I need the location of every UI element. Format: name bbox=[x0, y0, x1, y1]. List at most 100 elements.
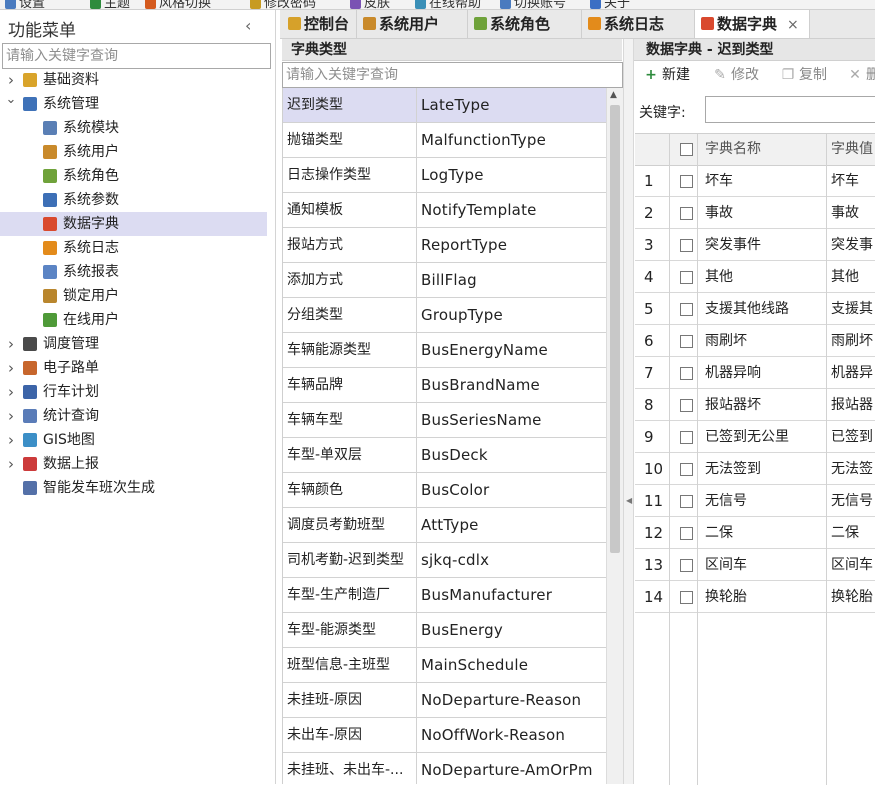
toolbar-item[interactable]: 主题 bbox=[90, 0, 130, 9]
chevron-right-icon[interactable]: › bbox=[5, 428, 17, 452]
toolbar-item[interactable]: 风格切换 bbox=[145, 0, 211, 9]
toolbar-item[interactable]: 关于 bbox=[590, 0, 630, 9]
row-checkbox[interactable] bbox=[680, 527, 693, 540]
dict-type-row[interactable]: 车辆车型 BusSeriesName bbox=[283, 403, 607, 438]
table-row[interactable]: 9 已签到无公里 已签到 bbox=[635, 421, 875, 453]
dict-type-row[interactable]: 抛锚类型 MalfunctionType bbox=[283, 123, 607, 158]
toolbar-item[interactable]: 在线帮助 bbox=[415, 0, 481, 9]
edit-button[interactable]: ✎ 修改 bbox=[713, 62, 759, 89]
sidebar-item[interactable]: ⌄ 系统管理 bbox=[0, 92, 267, 116]
scroll-up-icon[interactable]: ▲ bbox=[610, 90, 617, 100]
dict-type-row[interactable]: 车辆颜色 BusColor bbox=[283, 473, 607, 508]
column-header-value[interactable]: 字典值 bbox=[831, 134, 873, 165]
dict-type-row[interactable]: 车型-生产制造厂 BusManufacturer bbox=[283, 578, 607, 613]
copy-button[interactable]: ❐ 复制 bbox=[781, 62, 827, 89]
column-header-name[interactable]: 字典名称 bbox=[705, 134, 761, 165]
dict-type-row[interactable]: 迟到类型 LateType bbox=[283, 88, 607, 123]
sidebar-item[interactable]: › 行车计划 bbox=[0, 380, 267, 404]
dict-type-row[interactable]: 未挂班-原因 NoDeparture-Reason bbox=[283, 683, 607, 718]
chevron-right-icon[interactable]: › bbox=[5, 380, 17, 404]
toolbar-item[interactable]: 设置 bbox=[5, 0, 45, 9]
row-checkbox[interactable] bbox=[680, 559, 693, 572]
dict-type-row[interactable]: 班型信息-主班型 MainSchedule bbox=[283, 648, 607, 683]
dict-type-row[interactable]: 车型-能源类型 BusEnergy bbox=[283, 613, 607, 648]
row-checkbox[interactable] bbox=[680, 463, 693, 476]
table-row[interactable]: 11 无信号 无信号 bbox=[635, 485, 875, 517]
sidebar-item[interactable]: 系统参数 bbox=[0, 188, 267, 212]
dict-type-row[interactable]: 日志操作类型 LogType bbox=[283, 158, 607, 193]
chevron-right-icon[interactable]: › bbox=[5, 452, 17, 476]
tab-dictionary[interactable]: 数据字典 × bbox=[695, 10, 810, 38]
table-row[interactable]: 2 事故 事故 bbox=[635, 197, 875, 229]
dict-type-row[interactable]: 未出车-原因 NoOffWork-Reason bbox=[283, 718, 607, 753]
toolbar-item[interactable]: 皮肤 bbox=[350, 0, 390, 9]
table-row[interactable]: 7 机器异响 机器异 bbox=[635, 357, 875, 389]
table-row[interactable]: 1 坏车 坏车 bbox=[635, 165, 875, 197]
dict-type-row[interactable]: 未挂班、未出车-... NoDeparture-AmOrPm bbox=[283, 753, 607, 784]
chevron-right-icon[interactable]: › bbox=[5, 332, 17, 356]
delete-button[interactable]: ✕ 删 bbox=[848, 62, 875, 89]
dict-type-row[interactable]: 司机考勤-迟到类型 sjkq-cdlx bbox=[283, 543, 607, 578]
row-checkbox[interactable] bbox=[680, 431, 693, 444]
row-checkbox[interactable] bbox=[680, 207, 693, 220]
tab-user[interactable]: 系统用户 bbox=[357, 10, 468, 38]
tab-home[interactable]: 控制台 bbox=[282, 10, 357, 38]
sidebar-item[interactable]: › 数据上报 bbox=[0, 452, 267, 476]
sidebar-item[interactable]: 系统报表 bbox=[0, 260, 267, 284]
row-checkbox[interactable] bbox=[680, 495, 693, 508]
table-row[interactable]: 8 报站器坏 报站器 bbox=[635, 389, 875, 421]
dict-types-search-input[interactable] bbox=[282, 62, 623, 88]
chevron-down-icon[interactable]: ⌄ bbox=[5, 88, 17, 112]
dict-type-row[interactable]: 通知模板 NotifyTemplate bbox=[283, 193, 607, 228]
sidebar-item[interactable]: 数据字典 bbox=[0, 212, 267, 236]
table-row[interactable]: 12 二保 二保 bbox=[635, 517, 875, 549]
sidebar-item[interactable]: 智能发车班次生成 bbox=[0, 476, 267, 500]
row-checkbox[interactable] bbox=[680, 175, 693, 188]
row-checkbox[interactable] bbox=[680, 399, 693, 412]
tab-group[interactable]: 系统角色 bbox=[468, 10, 582, 38]
sidebar-item[interactable]: 系统日志 bbox=[0, 236, 267, 260]
dict-type-row[interactable]: 车辆品牌 BusBrandName bbox=[283, 368, 607, 403]
dict-types-scrollbar[interactable]: ▲ bbox=[606, 88, 623, 784]
table-row[interactable]: 3 突发事件 突发事 bbox=[635, 229, 875, 261]
dict-type-row[interactable]: 添加方式 BillFlag bbox=[283, 263, 607, 298]
sidebar-item[interactable]: › 统计查询 bbox=[0, 404, 267, 428]
sidebar-item[interactable]: 锁定用户 bbox=[0, 284, 267, 308]
tab-log[interactable]: 系统日志 bbox=[582, 10, 695, 38]
dict-type-row[interactable]: 报站方式 ReportType bbox=[283, 228, 607, 263]
collapse-left-icon[interactable]: ◀ bbox=[626, 496, 632, 505]
panel-splitter[interactable]: ◀ bbox=[623, 39, 634, 784]
toolbar-item[interactable]: 修改密码 bbox=[250, 0, 316, 9]
dict-type-row[interactable]: 车辆能源类型 BusEnergyName bbox=[283, 333, 607, 368]
table-row[interactable]: 6 雨刷坏 雨刷坏 bbox=[635, 325, 875, 357]
sidebar-item[interactable]: 系统模块 bbox=[0, 116, 267, 140]
sidebar-collapse-button[interactable]: ‹ bbox=[245, 16, 251, 35]
sidebar-item[interactable]: 系统角色 bbox=[0, 164, 267, 188]
table-row[interactable]: 10 无法签到 无法签 bbox=[635, 453, 875, 485]
toolbar-item[interactable]: 切换账号 bbox=[500, 0, 566, 9]
sidebar-item[interactable]: › 电子路单 bbox=[0, 356, 267, 380]
row-checkbox[interactable] bbox=[680, 335, 693, 348]
table-row[interactable]: 4 其他 其他 bbox=[635, 261, 875, 293]
select-all-checkbox[interactable] bbox=[680, 143, 693, 156]
scrollbar-thumb[interactable] bbox=[610, 105, 620, 553]
row-checkbox[interactable] bbox=[680, 367, 693, 380]
sidebar-item[interactable]: › GIS地图 bbox=[0, 428, 267, 452]
table-row[interactable]: 14 换轮胎 换轮胎 bbox=[635, 581, 875, 613]
dict-type-row[interactable]: 分组类型 GroupType bbox=[283, 298, 607, 333]
sidebar-search-input[interactable] bbox=[2, 43, 271, 69]
row-checkbox[interactable] bbox=[680, 303, 693, 316]
table-row[interactable]: 5 支援其他线路 支援其 bbox=[635, 293, 875, 325]
dict-type-row[interactable]: 调度员考勤班型 AttType bbox=[283, 508, 607, 543]
sidebar-item[interactable]: › 基础资料 bbox=[0, 68, 267, 92]
keyword-input[interactable] bbox=[705, 96, 875, 123]
chevron-right-icon[interactable]: › bbox=[5, 404, 17, 428]
row-checkbox[interactable] bbox=[680, 271, 693, 284]
row-checkbox[interactable] bbox=[680, 591, 693, 604]
table-row[interactable]: 13 区间车 区间车 bbox=[635, 549, 875, 581]
dict-type-row[interactable]: 车型-单双层 BusDeck bbox=[283, 438, 607, 473]
sidebar-item[interactable]: › 调度管理 bbox=[0, 332, 267, 356]
sidebar-item[interactable]: 系统用户 bbox=[0, 140, 267, 164]
sidebar-item[interactable]: 在线用户 bbox=[0, 308, 267, 332]
row-checkbox[interactable] bbox=[680, 239, 693, 252]
